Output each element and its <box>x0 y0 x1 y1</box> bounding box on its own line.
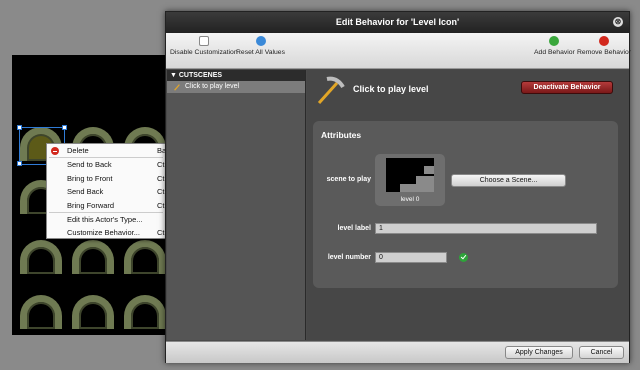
edit-behavior-dialog: Edit Behavior for 'Level Icon' ⊗ Disable… <box>165 11 631 363</box>
selection-handle[interactable] <box>62 125 67 130</box>
reset-icon <box>255 36 266 46</box>
add-icon <box>549 36 560 46</box>
level-number-field[interactable]: 0 <box>375 252 447 263</box>
actor-level-icon[interactable] <box>72 240 114 274</box>
menu-item-delete[interactable]: Delete Ba <box>47 144 165 157</box>
level-label-field[interactable]: 1 <box>375 223 597 234</box>
selection-handle[interactable] <box>17 125 22 130</box>
level-label-label: level label <box>337 225 371 232</box>
menu-item-send-to-back[interactable]: Send to Back Ct <box>47 158 165 171</box>
scene-to-play-label: scene to play <box>326 176 371 183</box>
actor-level-icon[interactable] <box>20 295 62 329</box>
dialog-title: Edit Behavior for 'Level Icon' <box>335 17 460 27</box>
scene-preview <box>386 158 434 192</box>
check-icon <box>459 253 468 262</box>
selection-handle[interactable] <box>17 161 22 166</box>
dialog-footer: Apply Changes Cancel <box>166 341 629 363</box>
tree-item-click-to-play-level[interactable]: Click to play level <box>167 81 305 93</box>
attributes-heading: Attributes <box>321 130 362 140</box>
choose-scene-button[interactable]: Choose a Scene... <box>451 174 566 187</box>
behavior-tree-panel: ▼ CUTSCENES Click to play level <box>167 70 306 340</box>
behavior-detail-pane: Click to play level Deactivate Behavior … <box>307 70 629 340</box>
tree-section-cutscenes[interactable]: ▼ CUTSCENES <box>167 70 305 81</box>
actor-level-icon[interactable] <box>20 240 62 274</box>
behavior-title: Click to play level <box>353 84 429 94</box>
actor-level-icon[interactable] <box>72 295 114 329</box>
deactivate-behavior-button[interactable]: Deactivate Behavior <box>521 81 613 94</box>
remove-icon <box>599 36 610 46</box>
cancel-button[interactable]: Cancel <box>579 346 624 359</box>
delete-icon <box>51 147 59 155</box>
actor-level-icon[interactable] <box>124 295 166 329</box>
menu-item-edit-actor-type[interactable]: Edit this Actor's Type... <box>47 213 165 226</box>
dialog-toolbar: Disable Customization Reset All Values A… <box>166 33 631 69</box>
scene-caption: level 0 <box>400 196 420 203</box>
level-number-label: level number <box>327 254 371 261</box>
menu-item-bring-forward[interactable]: Bring Forward Ct <box>47 199 165 212</box>
dialog-titlebar[interactable]: Edit Behavior for 'Level Icon' ⊗ <box>166 12 629 33</box>
context-menu: Delete Ba Send to Back Ct Bring to Front… <box>46 143 166 239</box>
scene-thumbnail[interactable]: level 0 <box>375 154 445 206</box>
close-icon[interactable]: ⊗ <box>613 17 623 27</box>
pickaxe-icon <box>174 84 180 91</box>
disable-icon <box>198 36 209 46</box>
actor-level-icon[interactable] <box>124 240 166 274</box>
apply-changes-button[interactable]: Apply Changes <box>505 346 573 359</box>
pickaxe-icon <box>317 76 345 105</box>
menu-item-send-back[interactable]: Send Back Ct <box>47 185 165 198</box>
disable-customization-button[interactable]: Disable Customization <box>170 36 238 56</box>
menu-item-customize-behavior[interactable]: Customize Behavior... Ct <box>47 226 165 239</box>
reset-all-values-button[interactable]: Reset All Values <box>236 36 285 56</box>
add-behavior-button[interactable]: Add Behavior <box>534 36 575 56</box>
remove-behavior-button[interactable]: Remove Behavior <box>577 36 631 56</box>
menu-item-bring-to-front[interactable]: Bring to Front Ct <box>47 172 165 185</box>
attributes-panel: Attributes scene to play level 0 Choose … <box>313 121 618 288</box>
